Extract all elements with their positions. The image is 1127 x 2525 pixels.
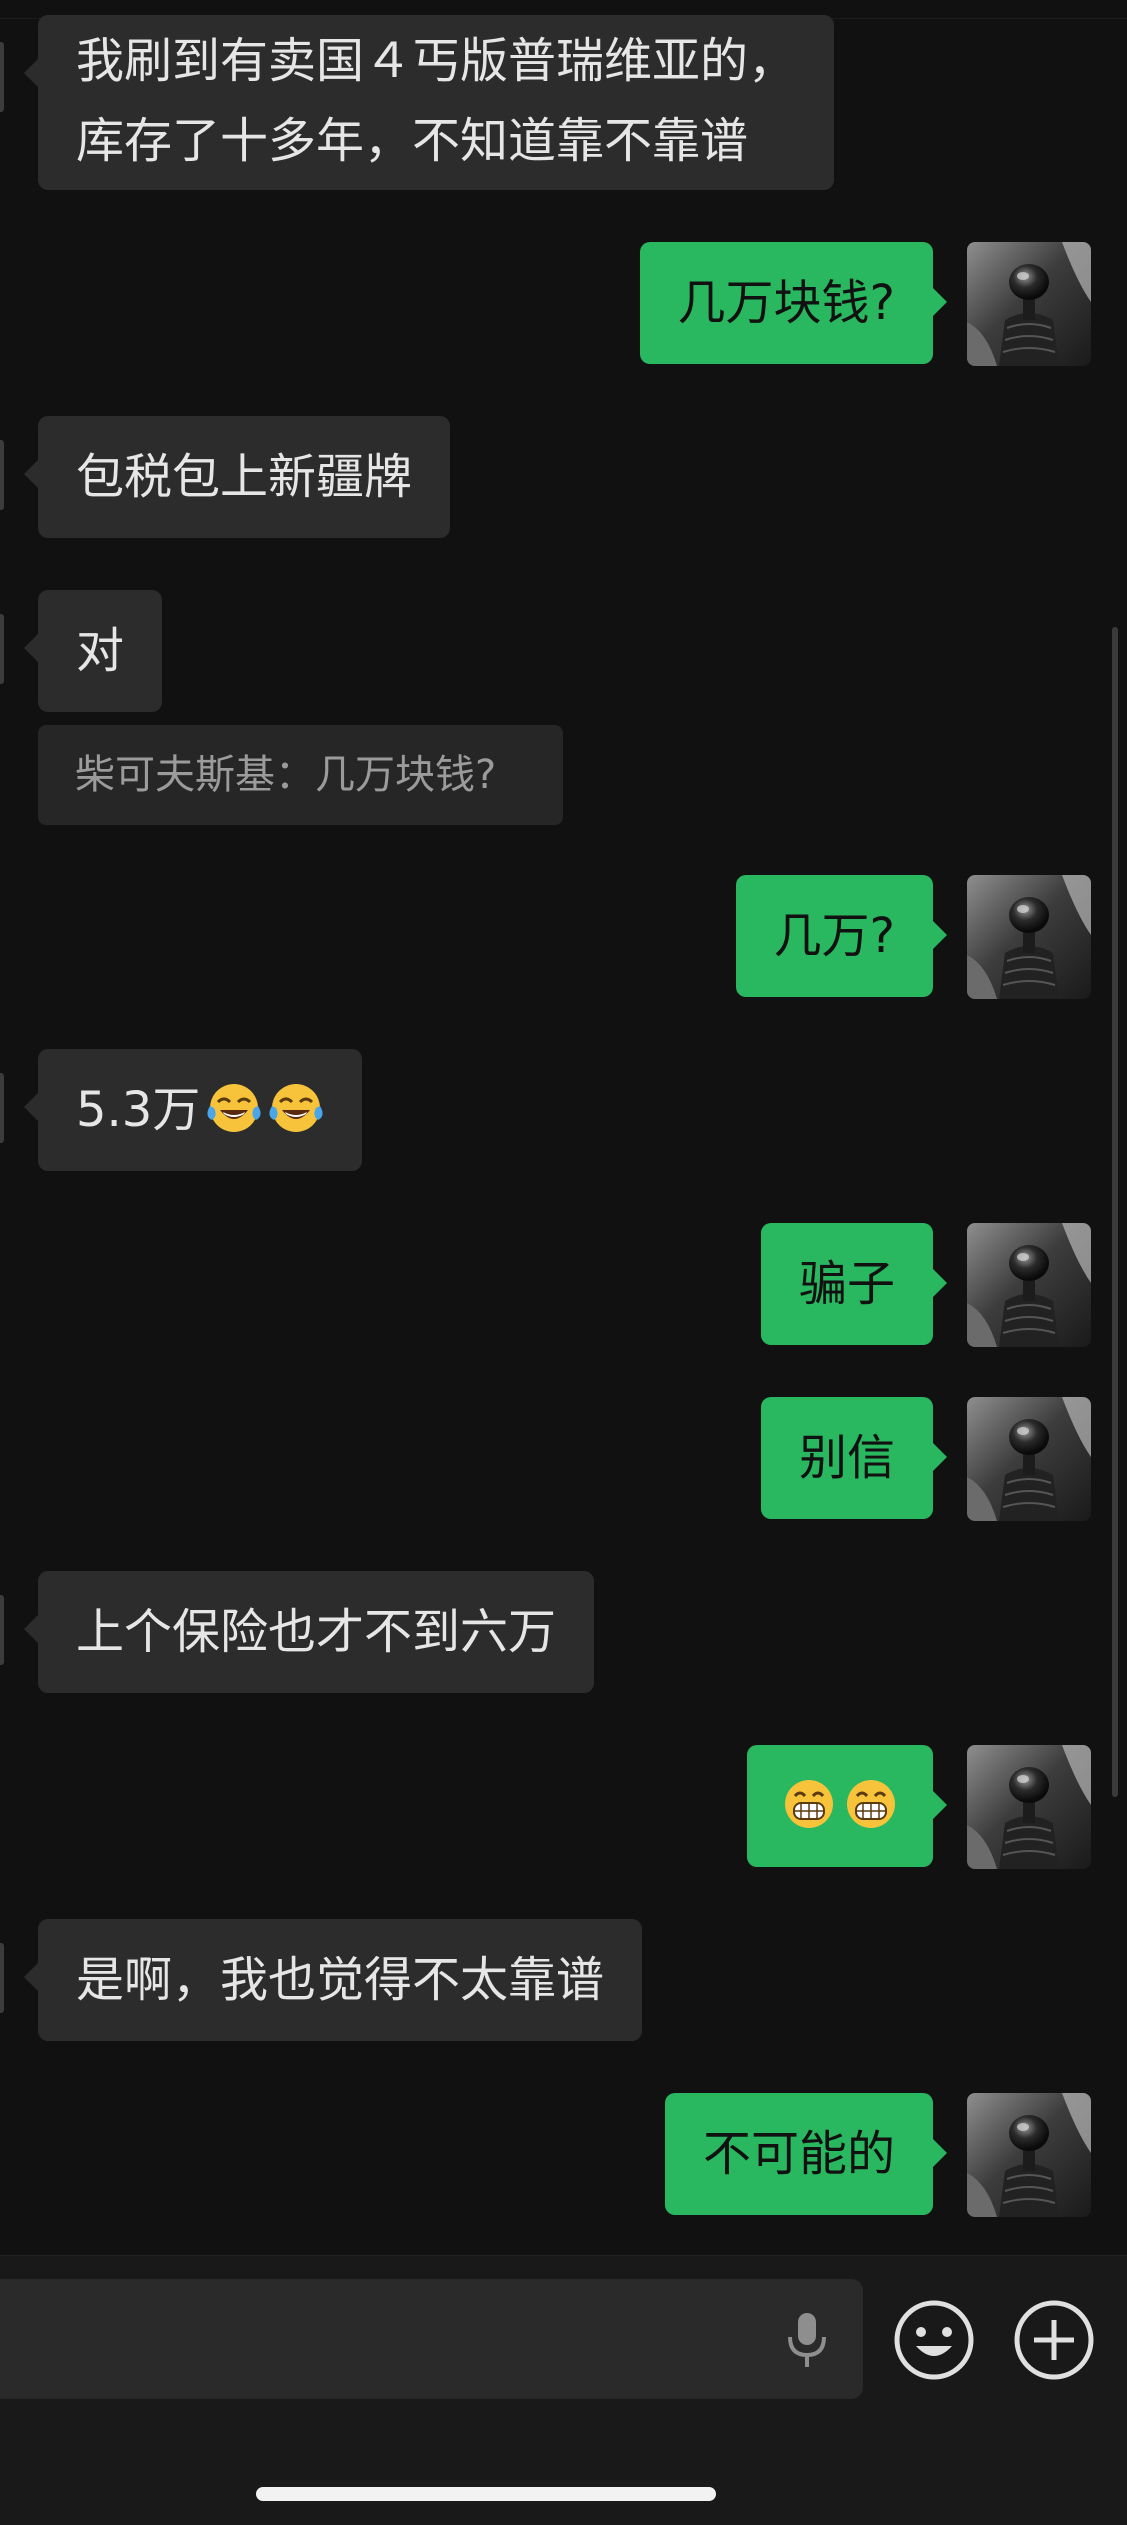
- sender-avatar-edge[interactable]: [0, 1595, 4, 1665]
- message-text: 骗子: [798, 1256, 895, 1312]
- message-text-line: 我刷到有卖国４丐版普瑞维亚的，: [76, 33, 797, 89]
- chat-scrollbar[interactable]: [1112, 627, 1118, 1797]
- message-bubble-incoming[interactable]: 上个保险也才不到六万: [23, 1571, 595, 1693]
- grinning-face-with-smiling-eyes-icon: [843, 1776, 899, 1832]
- message-text: 别信: [798, 1430, 895, 1486]
- my-avatar[interactable]: [967, 242, 1091, 366]
- sender-avatar-edge[interactable]: [0, 440, 4, 510]
- message-bubble-outgoing[interactable]: 别信: [760, 1397, 948, 1519]
- home-indicator[interactable]: [256, 2487, 716, 2501]
- message-text-line: 库存了十多年，不知道靠不靠谱: [76, 113, 749, 169]
- message-text: 5.3万: [76, 1082, 201, 1138]
- sender-avatar-edge[interactable]: [0, 1943, 4, 2013]
- my-avatar[interactable]: [967, 1745, 1091, 1869]
- quoted-message-text: 柴可夫斯基：几万块钱?: [75, 752, 497, 798]
- sender-avatar-edge[interactable]: [0, 614, 4, 684]
- face-with-tears-of-joy-icon: [206, 1080, 262, 1136]
- message-bubble-outgoing[interactable]: 几万块钱?: [639, 242, 948, 364]
- quoted-message[interactable]: 柴可夫斯基：几万块钱?: [38, 725, 563, 825]
- message-bubble-incoming[interactable]: 对: [23, 590, 163, 712]
- message-bubble-incoming[interactable]: 我刷到有卖国４丐版普瑞维亚的， 库存了十多年，不知道靠不靠谱: [23, 15, 835, 190]
- message-input[interactable]: [0, 2279, 863, 2399]
- message-text: 上个保险也才不到六万: [76, 1604, 557, 1660]
- my-avatar[interactable]: [967, 1397, 1091, 1521]
- message-text: 对: [76, 623, 125, 679]
- message-text: 几万?: [773, 908, 895, 964]
- my-avatar[interactable]: [967, 2093, 1091, 2217]
- message-bubble-incoming[interactable]: 是啊，我也觉得不太靠谱: [23, 1919, 643, 2041]
- my-avatar[interactable]: [967, 1223, 1091, 1347]
- message-text: 是啊，我也觉得不太靠谱: [76, 1952, 605, 2008]
- message-bubble-outgoing[interactable]: 不可能的: [664, 2093, 948, 2215]
- sender-avatar-edge[interactable]: [0, 42, 4, 112]
- message-bubble-outgoing[interactable]: 几万?: [735, 875, 948, 997]
- message-bubble-outgoing[interactable]: 骗子: [760, 1223, 948, 1345]
- message-bubble-incoming[interactable]: 5.3万: [23, 1049, 363, 1171]
- microphone-icon[interactable]: [785, 2311, 829, 2369]
- message-bubble-incoming[interactable]: 包税包上新疆牌: [23, 416, 451, 538]
- message-text: 几万块钱?: [677, 275, 895, 331]
- sender-avatar-edge[interactable]: [0, 1073, 4, 1143]
- message-bubble-outgoing[interactable]: [747, 1745, 947, 1867]
- message-text: 包税包上新疆牌: [76, 449, 413, 505]
- message-text: 不可能的: [702, 2126, 895, 2182]
- grinning-face-with-smiling-eyes-icon: [781, 1776, 837, 1832]
- plus-icon[interactable]: [1012, 2298, 1096, 2382]
- my-avatar[interactable]: [967, 875, 1091, 999]
- chat-screen: 我刷到有卖国４丐版普瑞维亚的， 库存了十多年，不知道靠不靠谱 几万块钱? 包税包…: [0, 0, 1127, 2525]
- face-with-tears-of-joy-icon: [268, 1080, 324, 1136]
- emoji-icon[interactable]: [892, 2298, 976, 2382]
